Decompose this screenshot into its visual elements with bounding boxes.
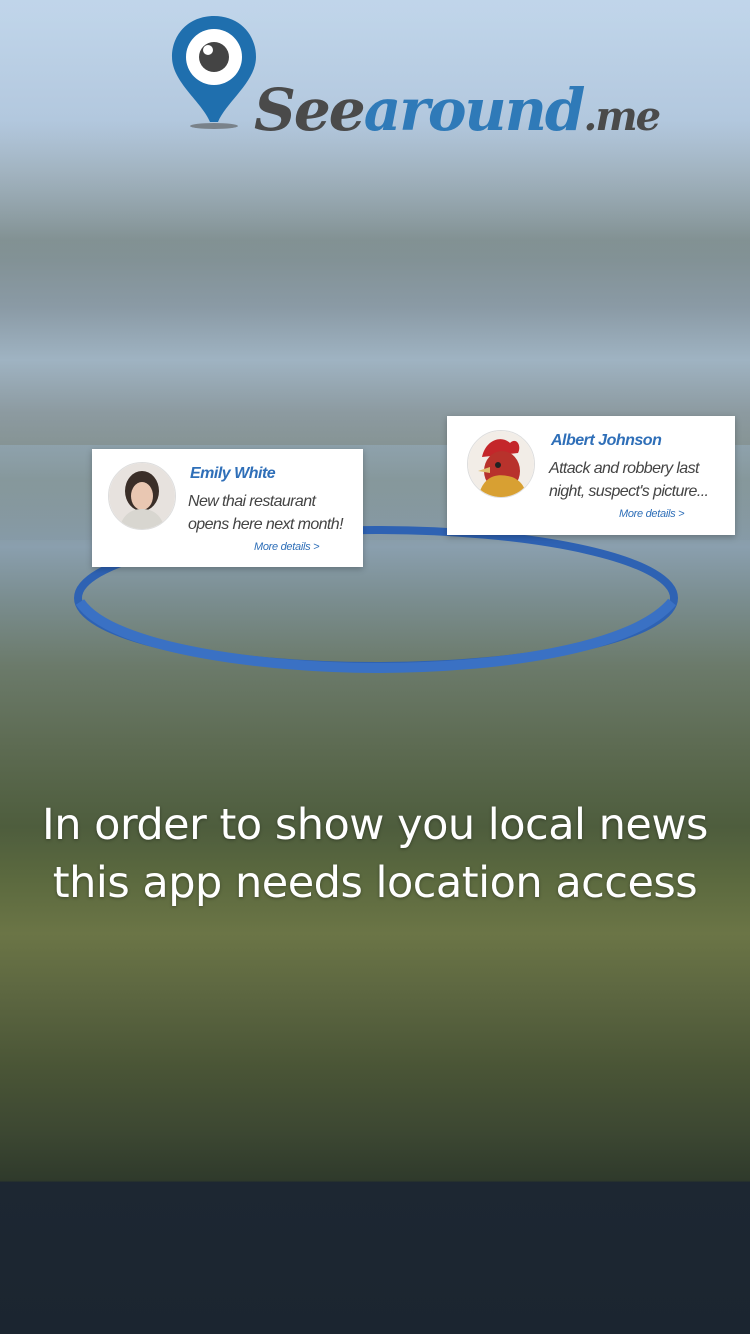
logo-around: around xyxy=(363,76,586,144)
card-message: Attack and robbery last night, suspect's… xyxy=(549,457,709,503)
card-author-name: Emily White xyxy=(190,465,276,482)
headline-line: this app needs location access xyxy=(52,858,698,908)
app-logo: Seearound.me xyxy=(170,14,661,144)
card-message-line: night, suspect's picture... xyxy=(549,483,709,500)
more-details-link[interactable]: More details > xyxy=(254,541,320,553)
logo-me: .me xyxy=(583,93,661,140)
location-permission-headline: In order to show you local news this app… xyxy=(0,796,750,912)
news-card-albert[interactable]: Albert Johnson Attack and robbery last n… xyxy=(447,416,735,535)
rooster-portrait-avatar xyxy=(467,430,535,498)
card-message: New thai restaurant opens here next mont… xyxy=(188,490,344,536)
card-author-name: Albert Johnson xyxy=(551,432,662,449)
map-pin-eye-icon xyxy=(172,16,256,129)
headline-line: In order to show you local news xyxy=(42,800,708,850)
news-card-emily[interactable]: Emily White New thai restaurant opens he… xyxy=(92,449,363,567)
logo-see: See xyxy=(254,76,366,144)
more-details-link[interactable]: More details > xyxy=(619,508,685,520)
card-message-line: opens here next month! xyxy=(188,516,344,533)
logo-wordmark: Seearound.me xyxy=(254,76,661,144)
woman-portrait-avatar xyxy=(108,462,176,530)
card-message-line: Attack and robbery last xyxy=(549,460,699,477)
bottom-bar xyxy=(0,1182,750,1334)
card-message-line: New thai restaurant xyxy=(188,493,316,510)
